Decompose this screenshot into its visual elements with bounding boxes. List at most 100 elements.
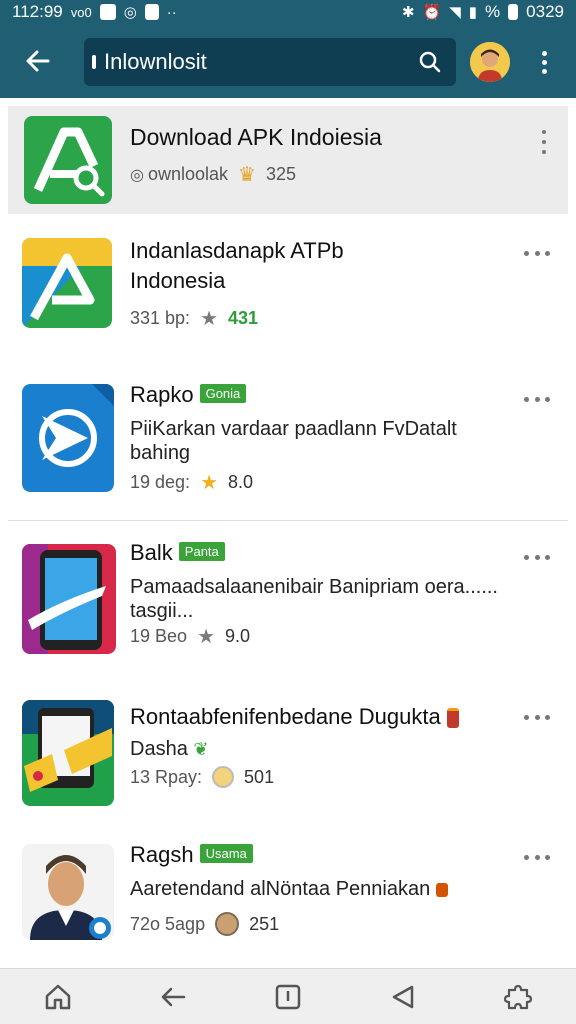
search-button[interactable] <box>416 48 444 76</box>
app-meta: 13 Rpay: 501 <box>130 766 274 788</box>
bag-emoji-icon <box>435 882 448 897</box>
app-badge: Usama <box>199 843 253 863</box>
featured-app-meta: ◎ ownloolak ♛ 325 <box>130 162 296 187</box>
status-left: 112:99 vo0 ◎ ·· <box>12 2 177 22</box>
app-more-button[interactable] <box>524 712 550 722</box>
back-button[interactable] <box>0 24 76 98</box>
more-dot <box>534 854 540 860</box>
app-meta: 72o 5agp 251 <box>130 912 279 936</box>
more-dot <box>545 714 550 720</box>
app-icon <box>22 238 112 328</box>
app-description-line2: bahing <box>130 442 191 464</box>
more-dot <box>542 130 546 134</box>
status-right: ✱ ⏰ ◥ ▮ % 0329 <box>402 2 564 22</box>
app-more-button[interactable] <box>524 394 550 404</box>
list-item[interactable]: Indanlasdanapk ATPb Indonesia 331 bp: ★ … <box>0 226 576 362</box>
app-size: 13 Rpay: <box>130 766 203 787</box>
notification-icon <box>99 4 116 20</box>
status-carrier: vo0 <box>70 4 92 20</box>
star-icon: ★ <box>200 308 218 330</box>
ticket-app-logo-icon <box>22 700 114 806</box>
bluetooth-icon: ✱ <box>401 4 415 21</box>
featured-app-card[interactable]: Download APK Indoiesia ◎ ownloolak ♛ 325 <box>8 106 568 214</box>
star-icon: ★ <box>197 626 215 648</box>
phone-app-logo-icon <box>22 544 116 654</box>
app-title-line2: Indonesia <box>130 268 226 293</box>
more-dot <box>524 250 529 256</box>
app-meta: 331 bp: ★ 431 <box>130 306 258 331</box>
app-title: Rapko Gonia <box>130 382 247 408</box>
home-button[interactable] <box>36 975 80 1019</box>
more-dot <box>524 854 529 860</box>
battery-text: 0329 <box>526 2 564 21</box>
app-size: 72o 5agp <box>130 913 206 934</box>
app-title: Indanlasdanapk ATPb <box>130 238 344 263</box>
puzzle-icon <box>504 984 533 1009</box>
home-icon <box>45 984 70 1009</box>
app-description-text: Dasha <box>130 738 188 760</box>
more-dot <box>545 396 550 402</box>
profile-avatar[interactable] <box>470 42 510 82</box>
app-rating: 501 <box>244 766 275 787</box>
app-icon <box>22 544 116 654</box>
wifi-icon: ◥ <box>449 4 461 21</box>
more-dot <box>542 150 546 154</box>
app-size: 19 Beo <box>130 626 188 646</box>
app-more-button[interactable] <box>524 852 550 862</box>
app-rating: 8.0 <box>228 472 254 492</box>
featured-app-icon <box>24 116 112 204</box>
download-circle-icon: ◎ <box>130 166 144 184</box>
back-arrow-icon <box>161 987 186 1006</box>
search-field[interactable]: Inlownlosit <box>84 38 456 86</box>
triangle-back-button[interactable] <box>381 975 425 1019</box>
system-nav-bar <box>0 968 576 1024</box>
app-title: Ragsh Usama <box>130 842 253 868</box>
more-dot <box>534 714 540 720</box>
more-dot <box>524 714 529 720</box>
featured-sub-text: ownloolak <box>147 164 229 184</box>
app-bar: Inlownlosit <box>0 24 576 98</box>
app-rating: 251 <box>249 913 280 934</box>
more-dot <box>534 554 540 560</box>
more-dot <box>545 854 550 860</box>
app-badge: Gonia <box>199 383 247 403</box>
more-notifications-icon: ·· <box>166 3 177 21</box>
featured-more-button[interactable] <box>540 130 548 154</box>
app-description: Pamaadsalaanenibair Banipriam oera...... <box>130 576 498 598</box>
app-more-button[interactable] <box>524 552 550 562</box>
app-description-line2: tasgii... <box>130 600 194 622</box>
leaf-emoji-icon: ❦ <box>193 739 209 759</box>
app-more-button[interactable] <box>524 248 550 258</box>
menu-dot <box>541 59 547 65</box>
more-dot <box>534 250 540 256</box>
more-dot <box>545 250 550 256</box>
more-dot <box>534 396 540 402</box>
list-item[interactable]: Rontaabfenifenbedane Dugukta Dasha ❦ 13 … <box>0 692 576 832</box>
app-meta: 19 deg: ★ 8.0 <box>130 470 253 495</box>
crown-icon: ♛ <box>238 164 256 186</box>
app-meta: 19 Beo ★ 9.0 <box>130 624 250 649</box>
rapko-logo-icon <box>22 384 114 492</box>
app-list: Download APK Indoiesia ◎ ownloolak ♛ 325… <box>0 98 576 968</box>
signal-percent: % <box>485 2 501 21</box>
menu-dot <box>541 50 547 56</box>
assistant-button[interactable] <box>496 975 540 1019</box>
app-description: Dasha ❦ <box>130 736 208 762</box>
app-rating: 9.0 <box>225 626 251 646</box>
document-icon <box>144 4 159 20</box>
face-emoji-icon <box>212 766 235 788</box>
app-description: Aaretendand alNöntaa Penniakan <box>130 876 448 902</box>
list-item[interactable]: Ragsh Usama Aaretendand alNöntaa Penniaka… <box>0 840 576 968</box>
star-icon: ★ <box>200 472 218 494</box>
status-bar: 112:99 vo0 ◎ ·· ✱ ⏰ ◥ ▮ % 0329 <box>0 0 576 24</box>
recents-button[interactable] <box>266 975 310 1019</box>
list-item[interactable]: Rapko Gonia PiiKarkan vardaar paadlann Fv… <box>0 376 576 516</box>
menu-dot <box>541 68 547 74</box>
arrow-left-icon <box>26 50 50 72</box>
overflow-menu-button[interactable] <box>530 48 558 76</box>
app-title-text: Balk <box>130 540 173 565</box>
back-nav-button[interactable] <box>151 975 195 1019</box>
list-item[interactable]: Balk Panta Pamaadsalaanenibair Banipriam … <box>0 534 576 674</box>
app-description: PiiKarkan vardaar paadlann FvDatalt <box>130 418 457 440</box>
app-description-text: Aaretendand alNöntaa Penniakan <box>130 878 431 900</box>
